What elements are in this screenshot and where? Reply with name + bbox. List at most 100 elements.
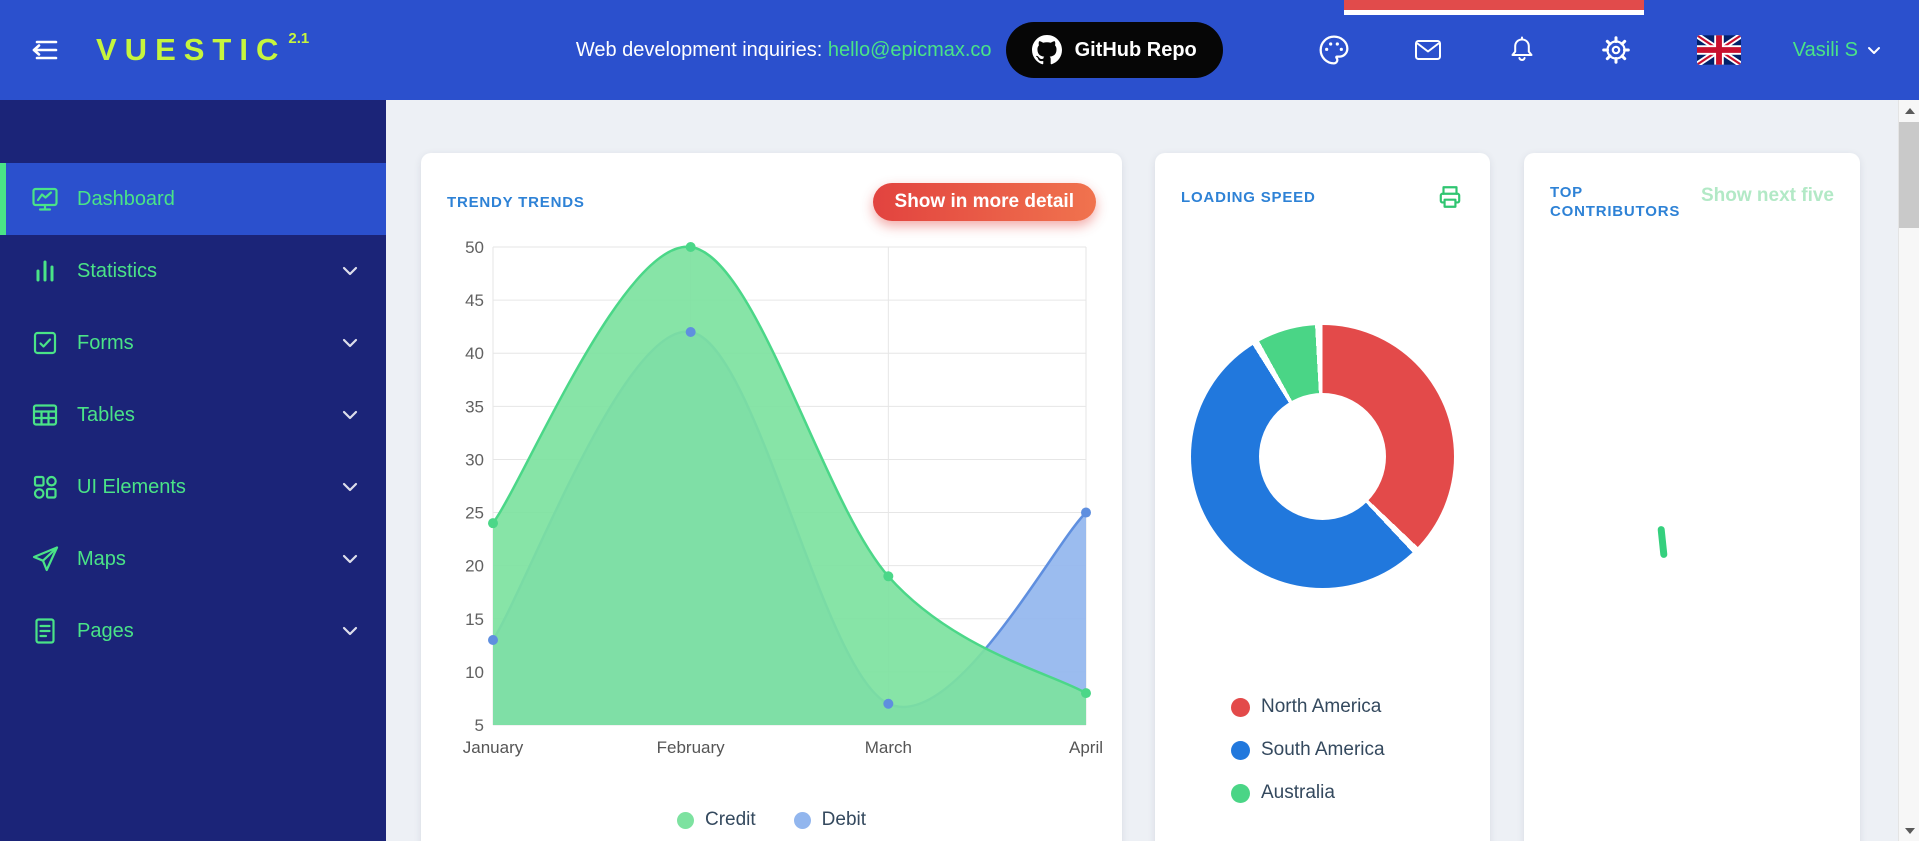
bell-icon bbox=[1506, 34, 1538, 66]
language-selector[interactable] bbox=[1696, 35, 1741, 65]
sidebar-item-dashboard[interactable]: Dashboard bbox=[0, 163, 386, 235]
svg-text:10: 10 bbox=[465, 663, 484, 682]
dashboard-icon bbox=[30, 184, 60, 214]
user-name: Vasili S bbox=[1792, 38, 1858, 61]
main-content: TRENDY TRENDS Show in more detail 5 10 15 2… bbox=[386, 100, 1898, 841]
sidebar-item-label: Pages bbox=[77, 619, 134, 642]
show-more-detail-button[interactable]: Show in more detail bbox=[872, 183, 1096, 221]
statistics-icon bbox=[30, 256, 60, 286]
legend-item-credit[interactable]: Credit bbox=[676, 809, 756, 831]
vertical-scrollbar[interactable] bbox=[1898, 100, 1919, 841]
github-repo-button[interactable]: GitHub Repo bbox=[1005, 22, 1223, 78]
south-america-legend-label: South America bbox=[1261, 739, 1385, 760]
sidebar: Dashboard Statistics Forms Tables UI Ele… bbox=[0, 100, 386, 841]
debit-legend-dot bbox=[793, 811, 811, 829]
credit-legend-label: Credit bbox=[704, 809, 756, 830]
credit-legend-dot bbox=[676, 811, 694, 829]
sidebar-item-tables[interactable]: Tables bbox=[0, 379, 386, 451]
chevron-down-icon bbox=[342, 482, 358, 492]
inquiries-text: Web development inquiries: hello@epicmax… bbox=[576, 39, 992, 62]
sidebar-collapse-icon bbox=[24, 36, 60, 64]
theme-palette-button[interactable] bbox=[1317, 33, 1351, 67]
svg-text:30: 30 bbox=[465, 450, 484, 469]
trend-chart-svg: 5 10 15 20 25 30 35 40 45 50 January February March A… bbox=[463, 238, 1103, 757]
sidebar-item-forms[interactable]: Forms bbox=[0, 307, 386, 379]
sidebar-item-statistics[interactable]: Statistics bbox=[0, 235, 386, 307]
palette-icon bbox=[1318, 34, 1350, 66]
top-navbar: VUESTIC 2.1 Web development inquiries: h… bbox=[0, 0, 1919, 100]
scroll-up-button[interactable] bbox=[1899, 100, 1919, 121]
sidebar-item-maps[interactable]: Maps bbox=[0, 523, 386, 595]
sidebar-item-label: Statistics bbox=[77, 259, 158, 282]
scroll-down-icon bbox=[1904, 827, 1915, 834]
settings-button[interactable] bbox=[1599, 33, 1633, 67]
svg-text:35: 35 bbox=[465, 397, 484, 416]
svg-text:5: 5 bbox=[475, 716, 484, 735]
show-next-five-button[interactable]: Show next five bbox=[1701, 183, 1834, 207]
legend-item-north-america[interactable]: North America bbox=[1231, 696, 1490, 718]
contributors-chart-fragment bbox=[1657, 525, 1668, 559]
chevron-down-icon bbox=[342, 266, 358, 276]
legend-item-australia[interactable]: Australia bbox=[1231, 782, 1490, 804]
print-button[interactable] bbox=[1436, 183, 1464, 211]
logo-text: VUESTIC bbox=[96, 32, 287, 67]
south-america-legend-dot bbox=[1231, 740, 1250, 760]
svg-text:15: 15 bbox=[465, 610, 484, 629]
top-contributors-card: TOP CONTRIBUTORS Show next five bbox=[1524, 153, 1860, 841]
svg-text:20: 20 bbox=[465, 557, 484, 576]
trendy-trends-card: TRENDY TRENDS Show in more detail 5 10 15 2… bbox=[421, 153, 1122, 841]
sidebar-item-label: Maps bbox=[77, 547, 126, 570]
uk-flag-icon bbox=[1696, 35, 1741, 65]
partial-notification bbox=[1344, 0, 1644, 10]
north-america-legend-dot bbox=[1231, 697, 1250, 717]
scroll-up-icon bbox=[1904, 107, 1915, 114]
chevron-down-icon bbox=[342, 626, 358, 636]
github-button-label: GitHub Repo bbox=[1074, 38, 1197, 61]
email-link[interactable]: hello@epicmax.co bbox=[828, 39, 992, 61]
australia-legend-label: Australia bbox=[1261, 782, 1335, 803]
loading-speed-card: LOADING SPEED North America South Americ… bbox=[1155, 153, 1490, 841]
svg-text:March: March bbox=[865, 738, 912, 757]
navbar-icon-group bbox=[1317, 33, 1633, 67]
north-america-legend-label: North America bbox=[1261, 696, 1382, 717]
legend-item-south-america[interactable]: South America bbox=[1231, 739, 1490, 761]
vuestic-admin-app: VUESTIC 2.1 Web development inquiries: h… bbox=[0, 0, 1919, 841]
notifications-button[interactable] bbox=[1505, 33, 1539, 67]
australia-legend-dot bbox=[1231, 783, 1250, 803]
debit-legend-label: Debit bbox=[821, 809, 867, 830]
logo-version: 2.1 bbox=[288, 30, 310, 47]
inquiries-label: Web development inquiries: bbox=[575, 38, 828, 61]
legend-item-debit[interactable]: Debit bbox=[793, 809, 867, 831]
messages-button[interactable] bbox=[1411, 33, 1445, 67]
loading-donut bbox=[1191, 325, 1454, 588]
mail-icon bbox=[1412, 34, 1444, 66]
sidebar-item-pages[interactable]: Pages bbox=[0, 595, 386, 667]
loading-donut-legend: North America South America Australia bbox=[1231, 696, 1490, 804]
chevron-down-icon bbox=[342, 338, 358, 348]
chevron-down-icon bbox=[1867, 46, 1881, 55]
menu-toggle-button[interactable] bbox=[24, 36, 60, 64]
trendy-trends-title: TRENDY TRENDS bbox=[447, 193, 585, 211]
tables-icon bbox=[30, 400, 60, 430]
scroll-down-button[interactable] bbox=[1899, 820, 1919, 841]
sidebar-item-label: UI Elements bbox=[77, 475, 186, 498]
sidebar-item-ui-elements[interactable]: UI Elements bbox=[0, 451, 386, 523]
trend-chart-legend: Credit Debit bbox=[447, 809, 1096, 831]
svg-text:January: January bbox=[463, 738, 524, 757]
scrollbar-thumb[interactable] bbox=[1899, 122, 1919, 228]
ui-elements-icon bbox=[30, 472, 60, 502]
svg-text:February: February bbox=[657, 738, 726, 757]
maps-icon bbox=[30, 544, 60, 574]
user-menu[interactable]: Vasili S bbox=[1793, 39, 1881, 62]
svg-text:50: 50 bbox=[465, 238, 484, 257]
printer-icon bbox=[1437, 184, 1463, 210]
sidebar-item-label: Tables bbox=[77, 403, 135, 426]
chevron-down-icon bbox=[342, 554, 358, 564]
loading-speed-title: LOADING SPEED bbox=[1181, 188, 1316, 206]
gear-icon bbox=[1600, 34, 1632, 66]
app-logo[interactable]: VUESTIC 2.1 bbox=[96, 30, 310, 68]
svg-text:25: 25 bbox=[465, 504, 484, 523]
github-icon bbox=[1031, 35, 1062, 65]
svg-text:40: 40 bbox=[465, 344, 484, 363]
chevron-down-icon bbox=[342, 410, 358, 420]
